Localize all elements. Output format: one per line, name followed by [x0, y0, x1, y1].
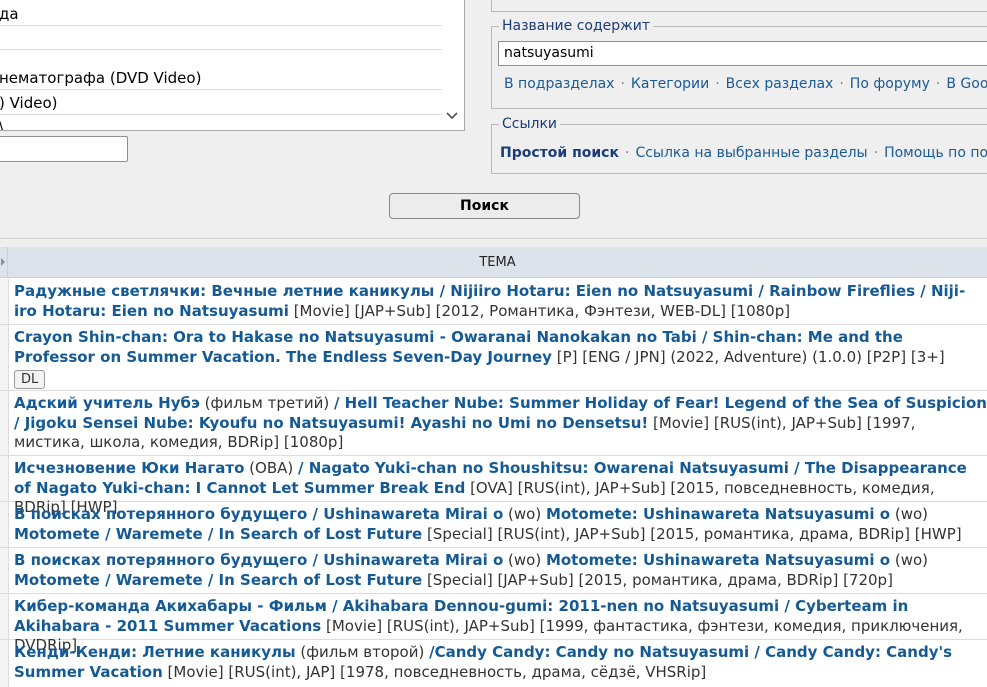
topic-title-link[interactable]: Motomete / Waremete / In Search of Lost … — [14, 525, 422, 543]
results-table: ТЕМА Радужные светлячки: Вечные летние к… — [0, 247, 987, 687]
scope-link-all-sections[interactable]: Всех разделах — [726, 76, 834, 92]
topic-title-link[interactable]: В поисках потерянного будущего / Ushinaw… — [14, 551, 503, 569]
topic-meta-text: (wo) — [890, 551, 928, 569]
row-marker — [0, 456, 9, 501]
topic-title-link[interactable]: Кенди-Кенди: Летние каникулы — [14, 643, 296, 661]
topic-title-link[interactable]: Motomete: Ushinawareta Natsuyasumi o — [546, 505, 890, 523]
table-header: ТЕМА — [0, 247, 987, 278]
search-scope-links: В подразделах · Категории · Всех разделах · По… — [504, 75, 987, 93]
topic-title-link[interactable]: В поисках потерянного будущего / Ushinaw… — [14, 505, 503, 523]
topic-title-link[interactable]: Адский учитель Нубэ — [14, 394, 200, 412]
search-help-link[interactable]: Помощь по поис — [884, 145, 987, 161]
topic-cell: Crayon Shin-chan: Ora to Hakase no Natsu… — [14, 328, 987, 389]
title-search-input[interactable]: natsuyasumi — [498, 41, 987, 66]
table-row: Адский учитель Нубэ (фильм третий) / Hel… — [0, 391, 987, 456]
category-item[interactable]: да — [0, 2, 442, 26]
table-row: Кибер-команда Акихабары - Фильм / Akihab… — [0, 594, 987, 654]
table-row: Исчезновение Юки Нагато (OBA) / Nagato Y… — [0, 456, 987, 516]
topic-cell: Радужные светлячки: Вечные летние канику… — [14, 282, 987, 321]
fieldset-border — [491, 0, 987, 12]
row-marker — [0, 502, 9, 547]
title-search-legend: Название содержит — [499, 18, 654, 34]
topic-column-header[interactable]: ТЕМА — [8, 247, 987, 278]
row-marker — [0, 279, 9, 324]
topic-meta-text: [Special] [RUS(int), JAP+Sub] [2015, ром… — [422, 524, 962, 543]
download-badge[interactable]: DL — [14, 370, 46, 389]
table-row: Crayon Shin-chan: Ora to Hakase no Natsu… — [0, 325, 987, 391]
scope-link-google[interactable]: В Googl — [946, 76, 987, 92]
topic-cell: Адский учитель Нубэ (фильм третий) / Hel… — [14, 394, 987, 453]
divider — [0, 238, 987, 239]
search-button[interactable]: Поиск — [389, 193, 580, 219]
scope-link-categories[interactable]: Категории — [631, 76, 709, 92]
row-marker — [0, 391, 9, 455]
topic-meta-text: (фильм третий) — [199, 394, 334, 412]
topic-meta-text: (OBA) — [244, 459, 298, 477]
topic-meta-text: (wo) — [890, 505, 928, 523]
caret-right-icon — [1, 258, 5, 266]
author-input[interactable] — [0, 136, 128, 162]
table-row: Радужные светлячки: Вечные летние канику… — [0, 279, 987, 325]
row-marker — [0, 325, 9, 390]
topic-cell: Кенди-Кенди: Летние каникулы (фильм втор… — [14, 643, 987, 682]
row-marker — [0, 548, 9, 593]
selected-sections-link[interactable]: Ссылка на выбранные разделы — [635, 145, 867, 161]
table-row: Кенди-Кенди: Летние каникулы (фильм втор… — [0, 640, 987, 687]
topic-meta-text: (wo) — [503, 551, 546, 569]
category-item[interactable]: \ — [0, 115, 442, 130]
topic-title-link[interactable]: Motomete / Waremete / In Search of Lost … — [14, 571, 422, 589]
scope-link-subforums[interactable]: В подразделах — [504, 76, 614, 92]
topic-meta-text: [Special] [JAP+Sub] [2015, романтика, др… — [422, 570, 893, 589]
row-marker — [0, 640, 9, 687]
scope-link-forum[interactable]: По форуму — [850, 76, 930, 92]
topic-title-link[interactable]: Motomete: Ushinawareta Natsuyasumi o — [546, 551, 890, 569]
simple-search-link[interactable]: Простой поиск — [500, 145, 619, 161]
links-row: Простой поиск · Ссылка на выбранные раздел… — [500, 144, 987, 162]
table-row: В поисках потерянного будущего / Ushinaw… — [0, 548, 987, 594]
title-search-fieldset — [491, 26, 987, 109]
links-legend: Ссылки — [499, 116, 561, 132]
category-item[interactable]: ) Video) — [0, 91, 442, 115]
category-list[interactable]: да нематографа (DVD Video) ) Video) \ — [0, 0, 465, 131]
table-row: В поисках потерянного будущего / Ushinaw… — [0, 502, 987, 548]
topic-meta-text: (wo) — [503, 505, 546, 523]
category-item-selected[interactable]: нематографа (DVD Video) — [0, 66, 442, 90]
sort-column[interactable] — [0, 247, 8, 278]
category-item[interactable] — [0, 26, 442, 50]
row-marker — [0, 594, 9, 639]
topic-meta-text: [Movie] [JAP+Sub] [2012, Романтика, Фэнт… — [288, 301, 791, 320]
topic-cell: В поисках потерянного будущего / Ushinaw… — [14, 505, 987, 544]
topic-title-link[interactable]: Исчезновение Юки Нагато — [14, 459, 244, 477]
chevron-down-icon[interactable] — [444, 109, 460, 125]
topic-meta-text: (фильм второй) — [295, 643, 430, 661]
topic-meta-text: [P] [ENG / JPN] (2022, Adventure) (1.0.0… — [551, 347, 945, 366]
topic-cell: В поисках потерянного будущего / Ushinaw… — [14, 551, 987, 590]
